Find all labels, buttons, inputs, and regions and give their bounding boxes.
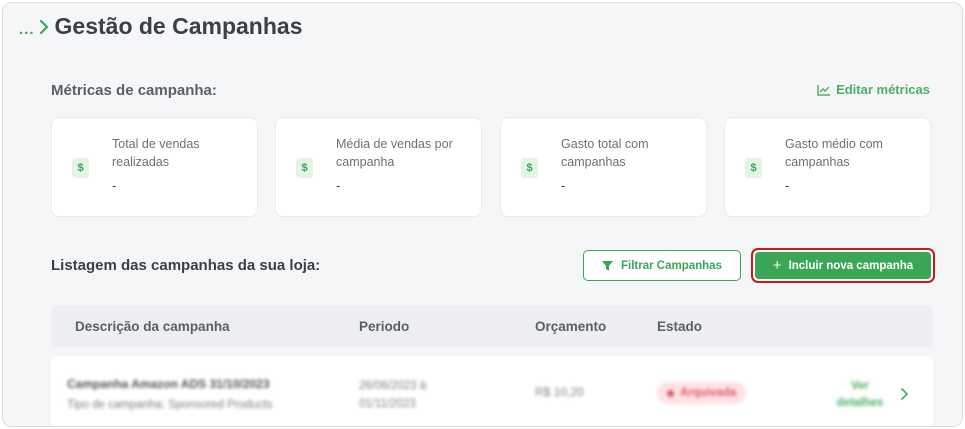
metric-value: - [785,178,790,193]
dollar-icon: $ [296,158,313,178]
status-dot-icon [667,389,674,397]
filter-campaigns-button[interactable]: Filtrar Campanhas [583,250,741,281]
filter-icon [602,260,613,271]
chevron-right-icon[interactable] [900,387,909,401]
metric-card-total-spend: $ Gasto total com campanhas - [500,117,707,217]
column-header-budget: Orçamento [535,319,607,334]
listing-section-title: Listagem das campanhas da sua loja: [51,257,321,274]
metric-label: Gasto médio com campanhas [785,137,883,169]
add-campaign-highlight: + Incluir nova campanha [751,248,935,283]
metric-label: Total de vendas realizadas [112,137,200,169]
column-header-status: Estado [657,319,703,334]
dollar-icon: $ [72,158,89,178]
campaign-budget: R$ 10,20 [535,385,584,399]
table-row: Campanha Amazon ADS 31/10/2023 Tipo de c… [51,356,933,426]
page-title: Gestão de Campanhas [54,13,303,39]
status-label: Arquivada [680,387,737,399]
metric-value: - [112,178,117,193]
chart-line-icon [817,84,831,96]
add-campaign-button[interactable]: + Incluir nova campanha [755,252,931,279]
status-badge: Arquivada [657,382,747,404]
campaign-period: 26/06/2023 à 01/11/2023 [359,380,427,410]
chevron-right-icon [39,19,48,34]
metric-card-total-sales: $ Total de vendas realizadas - [51,117,258,217]
metrics-section-title: Métricas de campanha: [51,82,217,99]
campaign-type: Tipo de campanha: Sponsored Products [67,399,273,411]
view-details-link[interactable]: Ver detalhes [827,378,893,412]
metric-value: - [336,178,341,193]
app-frame: ... Gestão de Campanhas Métricas de camp… [2,2,963,427]
edit-metrics-label: Editar métricas [836,82,930,97]
column-header-description: Descrição da campanha [75,319,230,334]
campaign-name: Campanha Amazon ADS 31/10/2023 [67,377,270,391]
table-header: Descrição da campanha Periodo Orçamento … [51,305,933,347]
metric-label: Média de vendas por campanha [336,137,453,169]
dollar-icon: $ [521,158,538,178]
add-campaign-label: Incluir nova campanha [788,259,914,272]
plus-icon: + [772,257,782,274]
metric-value: - [561,178,566,193]
page-header: ... Gestão de Campanhas [19,13,302,40]
metric-card-avg-spend: $ Gasto médio com campanhas - [724,117,931,217]
metric-label: Gasto total com campanhas [561,137,649,169]
breadcrumb-ellipsis[interactable]: ... [19,21,35,38]
column-header-period: Periodo [359,319,410,334]
filter-campaigns-label: Filtrar Campanhas [621,259,722,272]
metric-card-avg-sales: $ Média de vendas por campanha - [275,117,482,217]
dollar-icon: $ [745,158,762,178]
edit-metrics-link[interactable]: Editar métricas [817,82,930,97]
